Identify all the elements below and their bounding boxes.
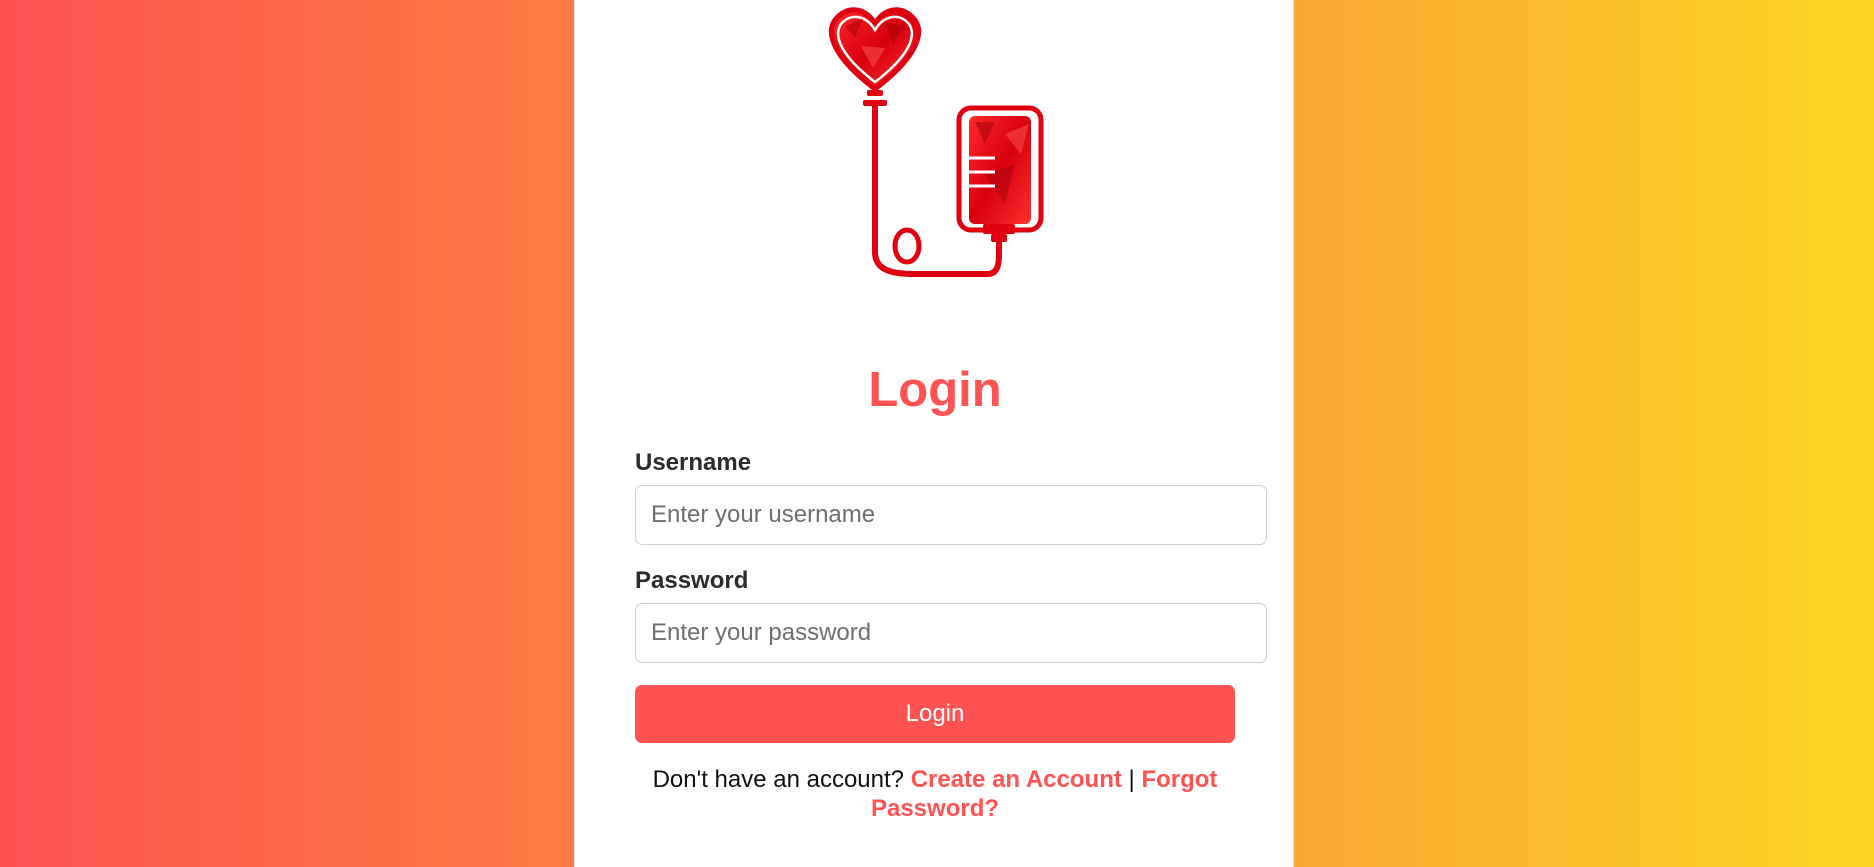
password-label: Password [635,567,749,594]
blood-donation-icon [828,7,1044,277]
login-card: Login Username Password Login Don't have… [574,0,1294,867]
password-input[interactable] [635,603,1267,663]
link-separator: | [1128,766,1135,793]
account-links: Don't have an account? Create an Account… [635,765,1235,823]
username-input[interactable] [635,485,1267,545]
login-button[interactable]: Login [635,685,1235,743]
username-label: Username [635,449,752,476]
page-title: Login [868,363,1002,417]
no-account-text: Don't have an account? [652,766,905,793]
create-account-link[interactable]: Create an Account [911,766,1122,793]
